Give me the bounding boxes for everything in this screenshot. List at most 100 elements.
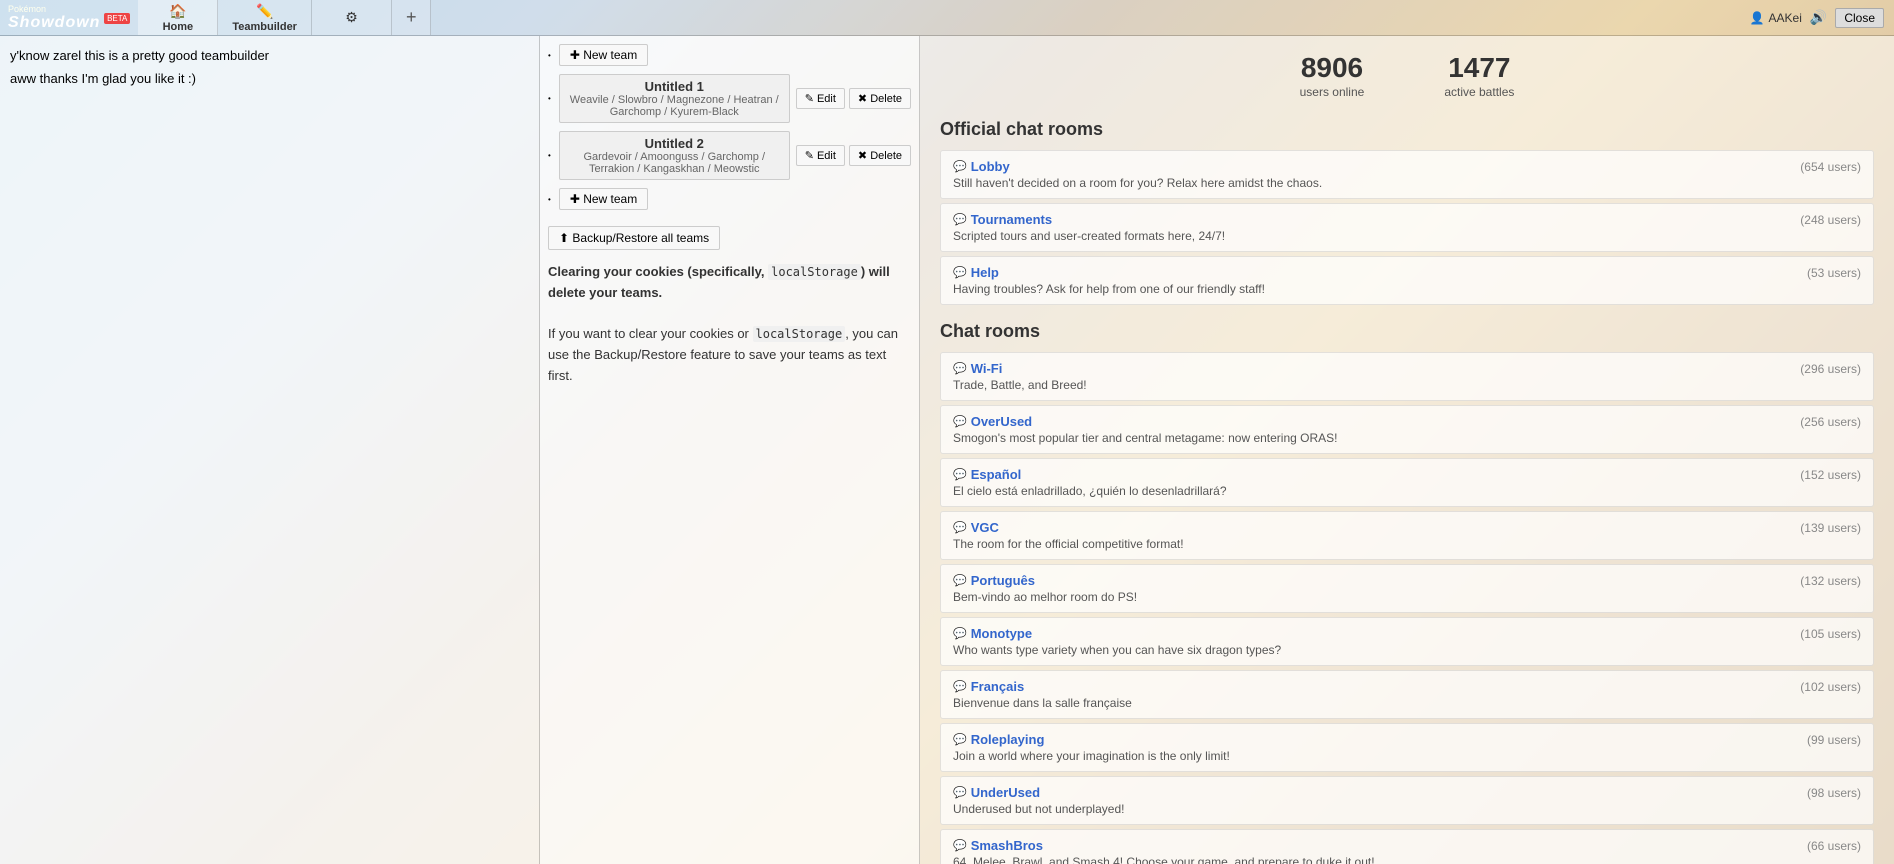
room-item[interactable]: 💬 Roleplaying (99 users) Join a world wh… bbox=[940, 723, 1874, 772]
room-item[interactable]: 💬 OverUsed (256 users) Smogon's most pop… bbox=[940, 405, 1874, 454]
room-users: (296 users) bbox=[1800, 362, 1861, 376]
room-item[interactable]: 💬 Español (152 users) El cielo está enla… bbox=[940, 458, 1874, 507]
room-item[interactable]: 💬 Lobby (654 users) Still haven't decide… bbox=[940, 150, 1874, 199]
bullet: • bbox=[548, 51, 551, 60]
active-battles-stat: 1477 active battles bbox=[1444, 52, 1514, 99]
chat-room-list: 💬 Wi-Fi (296 users) Trade, Battle, and B… bbox=[940, 352, 1874, 864]
room-users: (654 users) bbox=[1800, 160, 1861, 174]
username: AAKei bbox=[1769, 11, 1802, 25]
room-item[interactable]: 💬 Monotype (105 users) Who wants type va… bbox=[940, 617, 1874, 666]
room-desc: Bienvenue dans la salle française bbox=[953, 696, 1861, 710]
chat-bubble-icon: 💬 bbox=[953, 521, 967, 534]
edit-icon: ✏️ bbox=[256, 3, 273, 20]
room-name: 💬 Tournaments bbox=[953, 212, 1052, 227]
room-header: 💬 Tournaments (248 users) bbox=[953, 212, 1861, 227]
logo-pokemon-text: Pokémon bbox=[8, 4, 130, 14]
list-item: • ✚ New team bbox=[548, 44, 911, 66]
chat-message: y'know zarel this is a pretty good teamb… bbox=[10, 46, 529, 67]
room-users: (102 users) bbox=[1800, 680, 1861, 694]
add-tab-button[interactable]: + bbox=[392, 0, 432, 35]
chat-bubble-icon: 💬 bbox=[953, 468, 967, 481]
logo-showdown-text: Showdown bbox=[8, 14, 100, 31]
volume-icon[interactable]: 🔊 bbox=[1810, 9, 1827, 26]
room-desc: Underused but not underplayed! bbox=[953, 802, 1861, 816]
chat-bubble-icon: 💬 bbox=[953, 627, 967, 640]
gear-icon: ⚙ bbox=[345, 9, 358, 26]
room-header: 💬 OverUsed (256 users) bbox=[953, 414, 1861, 429]
room-header: 💬 UnderUsed (98 users) bbox=[953, 785, 1861, 800]
bullet: • bbox=[548, 151, 551, 160]
chat-bubble-icon: 💬 bbox=[953, 786, 967, 799]
edit-team-1-button[interactable]: ✎ Edit bbox=[796, 88, 845, 109]
room-name: 💬 OverUsed bbox=[953, 414, 1032, 429]
room-item[interactable]: 💬 Help (53 users) Having troubles? Ask f… bbox=[940, 256, 1874, 305]
room-header: 💬 Français (102 users) bbox=[953, 679, 1861, 694]
tab-gear[interactable]: ⚙ bbox=[312, 0, 392, 35]
room-desc: El cielo está enladrillado, ¿quién lo de… bbox=[953, 484, 1861, 498]
room-header: 💬 Wi-Fi (296 users) bbox=[953, 361, 1861, 376]
tab-teambuilder-label: Teambuilder bbox=[232, 21, 297, 33]
teambuilder-panel: • ✚ New team • Untitled 1 Weavile / Slow… bbox=[540, 36, 920, 864]
official-rooms-title: Official chat rooms bbox=[940, 119, 1874, 140]
delete-team-1-button[interactable]: ✖ Delete bbox=[849, 88, 911, 109]
team-list: • ✚ New team • Untitled 1 Weavile / Slow… bbox=[548, 44, 911, 210]
room-name: 💬 Français bbox=[953, 679, 1024, 694]
user-icon: 👤 bbox=[1750, 11, 1765, 25]
bullet: • bbox=[548, 94, 551, 103]
room-item[interactable]: 💬 Français (102 users) Bienvenue dans la… bbox=[940, 670, 1874, 719]
room-item[interactable]: 💬 Português (132 users) Bem-vindo ao mel… bbox=[940, 564, 1874, 613]
delete-team-2-button[interactable]: ✖ Delete bbox=[849, 145, 911, 166]
room-item[interactable]: 💬 UnderUsed (98 users) Underused but not… bbox=[940, 776, 1874, 825]
chat-rooms-title: Chat rooms bbox=[940, 321, 1874, 342]
room-desc: Still haven't decided on a room for you?… bbox=[953, 176, 1861, 190]
room-header: 💬 VGC (139 users) bbox=[953, 520, 1861, 535]
room-item[interactable]: 💬 SmashBros (66 users) 64, Melee, Brawl,… bbox=[940, 829, 1874, 864]
list-item: • ✚ New team bbox=[548, 188, 911, 210]
warning-code2: localStorage bbox=[753, 326, 846, 342]
backup-button[interactable]: ⬆ Backup/Restore all teams bbox=[548, 226, 720, 250]
nav-tabs: 🏠 Home ✏️ Teambuilder ⚙ + bbox=[138, 0, 431, 35]
bullet: • bbox=[548, 195, 551, 204]
edit-team-2-button[interactable]: ✎ Edit bbox=[796, 145, 845, 166]
room-header: 💬 Español (152 users) bbox=[953, 467, 1861, 482]
main-content: y'know zarel this is a pretty good teamb… bbox=[0, 36, 1894, 864]
users-label: users online bbox=[1300, 85, 1365, 99]
new-team-button-2[interactable]: ✚ New team bbox=[559, 188, 648, 210]
team-1-actions: ✎ Edit ✖ Delete bbox=[796, 88, 911, 109]
warning-section: Clearing your cookies (specifically, loc… bbox=[548, 262, 911, 387]
battles-label: active battles bbox=[1444, 85, 1514, 99]
team-card-2: Untitled 2 Gardevoir / Amoonguss / Garch… bbox=[559, 131, 790, 180]
topbar-right: 👤 AAKei 🔊 Close bbox=[1740, 0, 1894, 35]
room-item[interactable]: 💬 Tournaments (248 users) Scripted tours… bbox=[940, 203, 1874, 252]
room-users: (99 users) bbox=[1807, 733, 1861, 747]
room-users: (139 users) bbox=[1800, 521, 1861, 535]
tab-home[interactable]: 🏠 Home bbox=[138, 0, 218, 35]
close-button[interactable]: Close bbox=[1835, 8, 1884, 28]
home-icon: 🏠 bbox=[169, 3, 186, 20]
room-users: (53 users) bbox=[1807, 266, 1861, 280]
room-name: 💬 Monotype bbox=[953, 626, 1032, 641]
room-header: 💬 Monotype (105 users) bbox=[953, 626, 1861, 641]
team-pokemon-2: Gardevoir / Amoonguss / Garchomp / Terra… bbox=[568, 151, 781, 175]
room-item[interactable]: 💬 Wi-Fi (296 users) Trade, Battle, and B… bbox=[940, 352, 1874, 401]
room-item[interactable]: 💬 VGC (139 users) The room for the offic… bbox=[940, 511, 1874, 560]
chat-bubble-icon: 💬 bbox=[953, 839, 967, 852]
chat-message-text: y'know zarel this is a pretty good teamb… bbox=[10, 48, 269, 63]
topbar: Pokémon Showdown BETA 🏠 Home ✏️ Teambuil… bbox=[0, 0, 1894, 36]
room-header: 💬 Português (132 users) bbox=[953, 573, 1861, 588]
users-count: 8906 bbox=[1300, 52, 1365, 84]
room-name: 💬 Wi-Fi bbox=[953, 361, 1002, 376]
room-header: 💬 Help (53 users) bbox=[953, 265, 1861, 280]
warning-code: localStorage bbox=[768, 264, 861, 280]
tab-teambuilder[interactable]: ✏️ Teambuilder bbox=[218, 0, 312, 35]
warning-heading: Clearing your cookies (specifically, bbox=[548, 264, 768, 279]
room-name: 💬 Roleplaying bbox=[953, 732, 1044, 747]
room-users: (132 users) bbox=[1800, 574, 1861, 588]
chat-bubble-icon: 💬 bbox=[953, 415, 967, 428]
chat-bubble-icon: 💬 bbox=[953, 160, 967, 173]
chat-message-text: aww thanks I'm glad you like it :) bbox=[10, 71, 196, 86]
official-room-list: 💬 Lobby (654 users) Still haven't decide… bbox=[940, 150, 1874, 305]
new-team-button-1[interactable]: ✚ New team bbox=[559, 44, 648, 66]
room-name: 💬 Español bbox=[953, 467, 1021, 482]
chat-bubble-icon: 💬 bbox=[953, 362, 967, 375]
